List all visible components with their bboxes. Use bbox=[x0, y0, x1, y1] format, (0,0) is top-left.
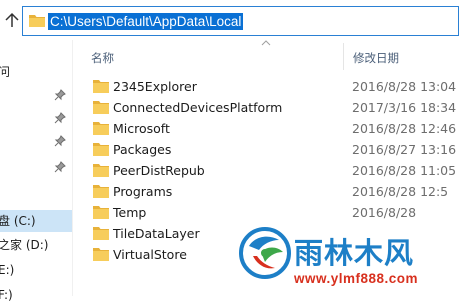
folder-icon bbox=[93, 185, 109, 198]
navigation-pane: 问 盘 (C:) 之家 (D:) E:) F:) bbox=[0, 40, 72, 302]
folder-icon bbox=[93, 248, 109, 261]
nav-item-label: 盘 (C:) bbox=[0, 214, 36, 228]
nav-item-pinned-3[interactable] bbox=[0, 130, 72, 152]
nav-item-drive-d[interactable]: 之家 (D:) bbox=[0, 234, 72, 256]
file-date: 2016/8/28 13:04 bbox=[352, 79, 457, 94]
file-date: 2017/3/16 18:34 bbox=[352, 100, 457, 115]
folder-icon bbox=[93, 101, 109, 114]
folder-icon bbox=[93, 143, 109, 156]
pin-icon[interactable] bbox=[54, 161, 66, 173]
file-date: 2016/8/28 12:46 bbox=[352, 121, 457, 136]
nav-item-pinned-2[interactable] bbox=[0, 107, 72, 129]
folder-icon bbox=[93, 227, 109, 240]
file-name: 2345Explorer bbox=[113, 79, 197, 94]
file-name: VirtualStore bbox=[113, 247, 187, 262]
address-bar[interactable]: C:\Users\Default\AppData\Local bbox=[22, 6, 459, 36]
pin-icon[interactable] bbox=[54, 89, 66, 101]
folder-icon bbox=[29, 15, 45, 27]
folder-icon bbox=[93, 164, 109, 177]
file-name: Programs bbox=[113, 184, 173, 199]
file-name: Temp bbox=[113, 205, 147, 220]
up-arrow-icon[interactable] bbox=[2, 10, 22, 30]
watermark-url: www.ylmf888.com bbox=[294, 271, 419, 286]
column-header-name[interactable]: 名称 bbox=[91, 50, 114, 66]
file-name: PeerDistRepub bbox=[113, 163, 205, 178]
nav-item-pinned-4[interactable] bbox=[0, 156, 72, 178]
nav-item-drive-f[interactable]: F:) bbox=[0, 284, 72, 306]
file-date: 2016/8/28 11:05 bbox=[352, 163, 457, 178]
file-name: ConnectedDevicesPlatform bbox=[113, 100, 283, 115]
nav-item-label: 之家 (D:) bbox=[0, 238, 49, 252]
folder-icon bbox=[93, 80, 109, 93]
file-row[interactable]: ConnectedDevicesPlatform 2017/3/16 18:34 bbox=[73, 97, 459, 118]
address-bar-row: C:\Users\Default\AppData\Local bbox=[0, 0, 459, 40]
column-header-date[interactable]: 修改日期 bbox=[353, 50, 399, 66]
ylmf-logo-icon bbox=[239, 227, 291, 279]
folder-icon bbox=[93, 122, 109, 135]
sort-caret-icon bbox=[261, 40, 271, 46]
folder-icon bbox=[93, 206, 109, 219]
watermark-title: 雨林木风 bbox=[294, 236, 415, 270]
file-row[interactable]: PeerDistRepub 2016/8/28 11:05 bbox=[73, 160, 459, 181]
file-row[interactable]: Microsoft 2016/8/28 12:46 bbox=[73, 118, 459, 139]
nav-item-pinned-1[interactable] bbox=[0, 84, 72, 106]
file-row[interactable]: 2345Explorer 2016/8/28 13:04 bbox=[73, 76, 459, 97]
nav-item-drive-e[interactable]: E:) bbox=[0, 259, 72, 281]
nav-item-quick-access[interactable]: 问 bbox=[0, 61, 72, 83]
file-name: Packages bbox=[113, 142, 172, 157]
nav-item-label: F:) bbox=[0, 288, 13, 302]
file-name: Microsoft bbox=[113, 121, 170, 136]
nav-item-drive-c[interactable]: 盘 (C:) bbox=[0, 210, 72, 232]
pin-icon[interactable] bbox=[54, 135, 66, 147]
column-header-row: 名称 修改日期 bbox=[73, 40, 459, 72]
file-row[interactable]: Programs 2016/8/28 12:5 bbox=[73, 181, 459, 202]
file-row[interactable]: Temp 2016/8/28 bbox=[73, 202, 459, 223]
watermark: 雨林木风 www.ylmf888.com bbox=[234, 226, 459, 296]
file-row[interactable]: Packages 2016/8/27 13:16 bbox=[73, 139, 459, 160]
nav-item-label: E:) bbox=[0, 263, 15, 277]
file-date: 2016/8/28 bbox=[352, 205, 417, 220]
file-date: 2016/8/28 12:5 bbox=[352, 184, 449, 199]
file-name: TileDataLayer bbox=[113, 226, 200, 241]
address-path-text[interactable]: C:\Users\Default\AppData\Local bbox=[48, 13, 244, 30]
pin-icon[interactable] bbox=[54, 112, 66, 124]
nav-item-label: 问 bbox=[0, 65, 11, 79]
file-date: 2016/8/27 13:16 bbox=[352, 142, 457, 157]
column-separator[interactable] bbox=[343, 43, 344, 70]
